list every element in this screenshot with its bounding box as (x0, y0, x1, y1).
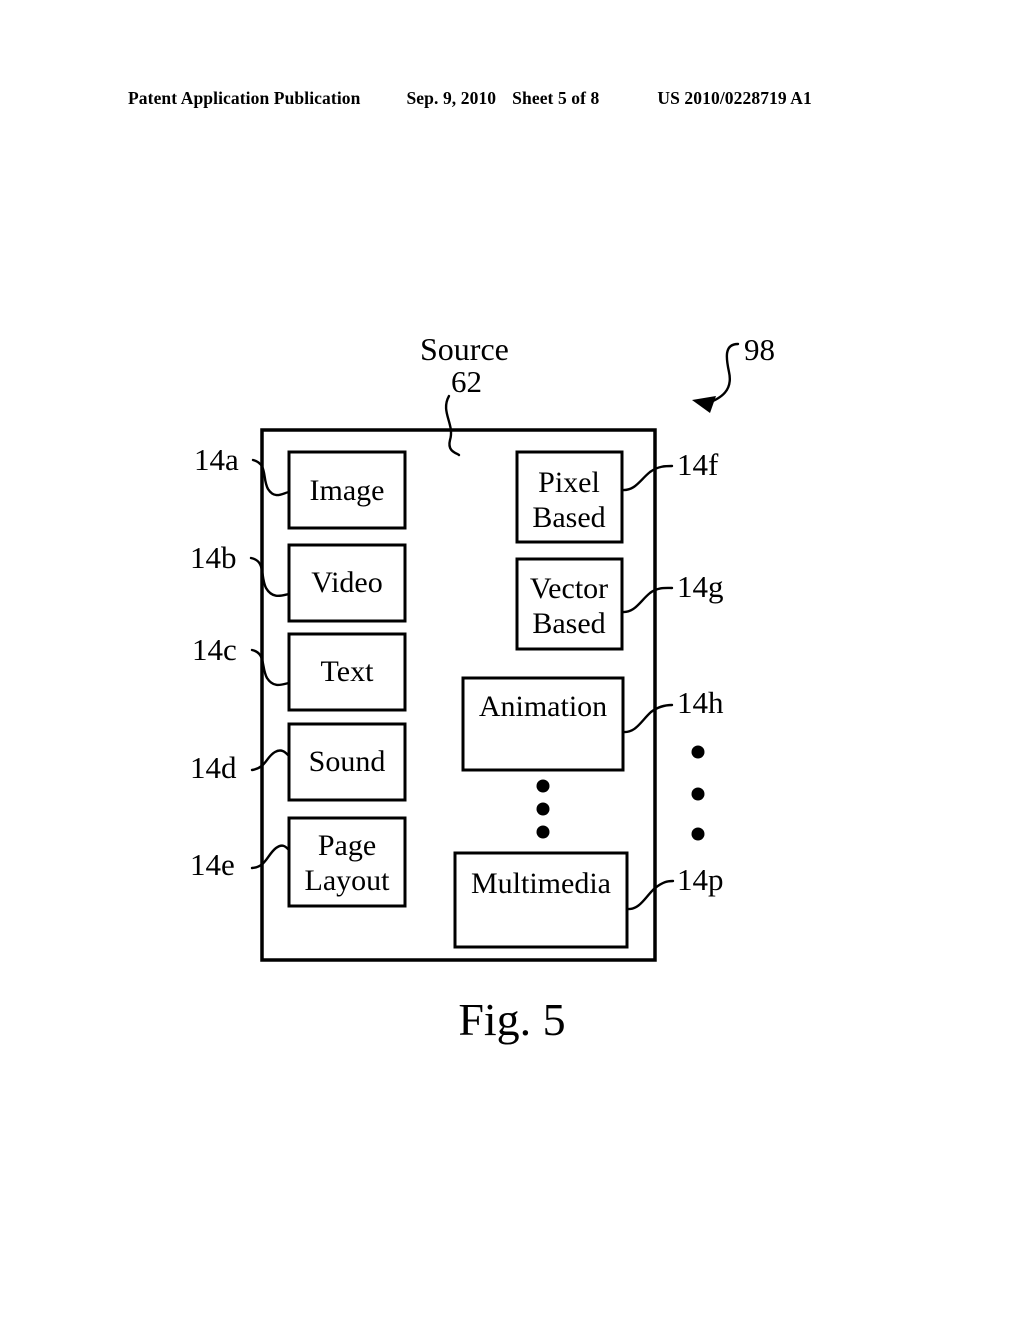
leader-14f (620, 464, 674, 492)
box-page-layout-label-line1: Page (318, 829, 376, 862)
leader-14d (250, 749, 291, 772)
ref-14g: 14g (677, 569, 724, 604)
box-animation-label: Animation (479, 690, 607, 723)
box-pixel-based-label-line1: Pixel (538, 466, 600, 499)
ref-14c: 14c (192, 632, 237, 667)
ellipsis-outer (691, 745, 705, 841)
box-sound-label: Sound (309, 745, 386, 778)
leader-14h (621, 703, 674, 734)
box-pixel-based-label-line2: Based (532, 501, 605, 534)
leader-14c (250, 648, 291, 687)
leader-14p (625, 879, 675, 911)
source-leader-line (444, 394, 461, 457)
ellipsis-inner (536, 779, 550, 839)
source-title: Source (420, 331, 509, 367)
leader-14e (250, 844, 291, 870)
diagram-reference-arrow-line (704, 342, 740, 406)
patent-figure: Source 62 98 Image 14a Video 14b Text 14… (0, 0, 1024, 1320)
figure-caption: Fig. 5 (458, 994, 565, 1045)
box-text-label: Text (321, 655, 375, 688)
box-multimedia-label: Multimedia (471, 867, 611, 900)
box-vector-based-label-line1: Vector (530, 572, 608, 605)
ref-14d: 14d (190, 750, 237, 785)
box-image-label: Image (310, 474, 385, 507)
leader-14a (251, 458, 291, 497)
leader-14b (249, 556, 291, 598)
diagram-reference-arrowhead (692, 396, 716, 413)
box-vector-based-label-line2: Based (532, 607, 605, 640)
ref-14e: 14e (190, 847, 235, 882)
source-reference-label: 62 (451, 364, 482, 399)
ref-14h: 14h (677, 685, 724, 720)
ref-14b: 14b (190, 540, 237, 575)
ref-14p: 14p (677, 862, 724, 897)
figure-svg: Source 62 98 Image 14a Video 14b Text 14… (190, 331, 775, 1045)
box-video-label: Video (311, 566, 383, 599)
leader-14g (620, 586, 674, 614)
ref-14f: 14f (677, 447, 719, 482)
box-page-layout-label-line2: Layout (305, 864, 391, 897)
diagram-reference-label: 98 (744, 332, 775, 367)
ref-14a: 14a (194, 442, 239, 477)
